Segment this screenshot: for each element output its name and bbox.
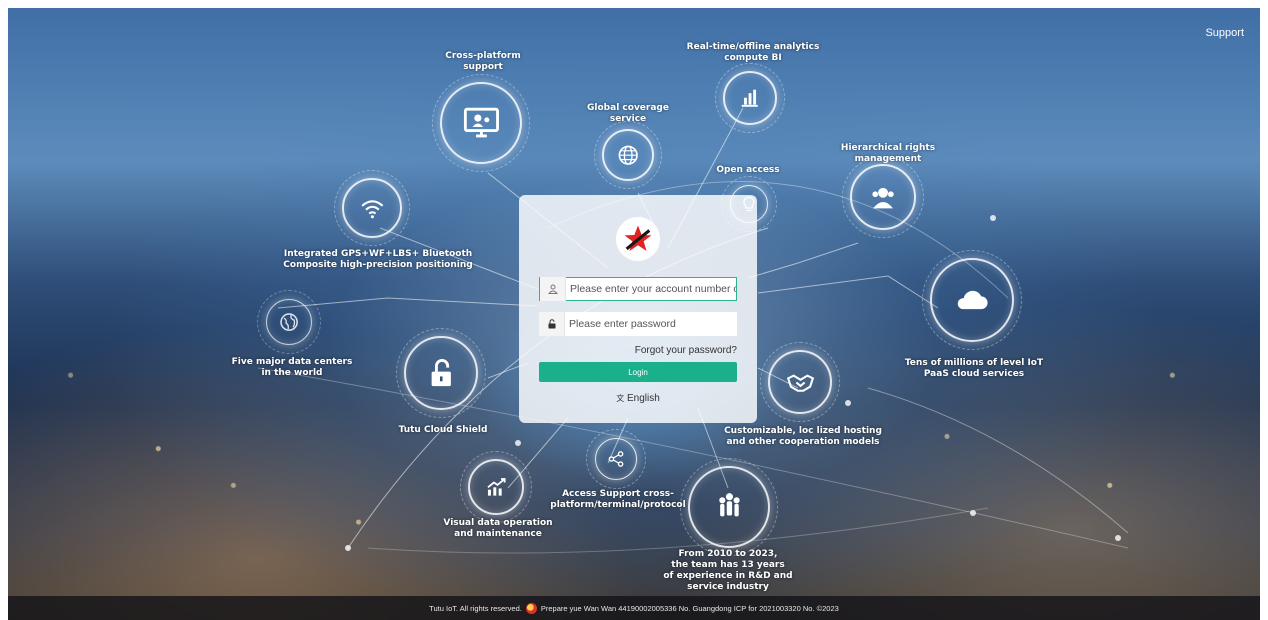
rights-circle xyxy=(842,156,924,238)
star-logo-icon xyxy=(624,225,652,252)
cross-platform-circle xyxy=(432,74,530,172)
feature-label-analytics: Real-time/offline analytics compute BI xyxy=(686,42,820,63)
wifi-icon xyxy=(361,199,383,218)
login-card: Forgot your password? Login 文 English xyxy=(519,195,757,423)
account-input[interactable] xyxy=(566,277,736,301)
feature-label-shield: Tutu Cloud Shield xyxy=(398,425,488,435)
forgot-password-link[interactable]: Forgot your password? xyxy=(635,345,737,356)
visual-ops-circle xyxy=(460,451,532,523)
share-icon xyxy=(608,451,624,467)
feature-label-cross-platform: Cross-platform support xyxy=(445,51,521,72)
experience-circle xyxy=(680,458,778,556)
access-support-circle xyxy=(586,429,646,489)
handshake-icon xyxy=(786,373,814,392)
feature-label-open-access: Open access xyxy=(716,165,780,175)
police-badge-icon xyxy=(525,602,537,614)
earth-icon xyxy=(280,313,298,331)
feature-label-data-centers: Five major data centers in the world xyxy=(231,357,353,378)
background-stage: Support Cross-platform support Real-time… xyxy=(8,8,1260,620)
globe-icon xyxy=(618,145,638,165)
trend-chart-icon xyxy=(487,477,506,496)
positioning-circle xyxy=(334,170,410,246)
unlock-icon xyxy=(431,358,451,386)
feature-label-cloud: Tens of millions of level IoT PaaS cloud… xyxy=(904,358,1044,379)
feature-label-experience: From 2010 to 2023, the team has 13 years… xyxy=(663,549,793,592)
hosting-circle xyxy=(760,342,840,422)
login-button[interactable]: Login xyxy=(539,362,737,382)
brand-logo xyxy=(616,217,660,261)
cloud-circle xyxy=(922,250,1022,350)
password-input[interactable] xyxy=(565,312,737,336)
copyright-text: Tutu IoT. All rights reserved. xyxy=(429,603,522,613)
password-field xyxy=(539,312,737,336)
translate-icon: 文 xyxy=(616,394,625,403)
data-centers-circle xyxy=(257,290,321,354)
shield-circle xyxy=(396,328,486,418)
feature-label-visual-ops: Visual data operation and maintenance xyxy=(443,518,553,539)
feature-label-positioning: Integrated GPS+WF+LBS+ Bluetooth Composi… xyxy=(283,249,473,270)
footer-bar: Tutu IoT. All rights reserved. Prepare y… xyxy=(8,596,1260,620)
language-switch[interactable]: 文 English xyxy=(519,393,757,404)
lock-icon xyxy=(539,312,565,336)
language-label: English xyxy=(626,393,660,404)
support-link[interactable]: Support xyxy=(1205,27,1244,39)
analytics-circle xyxy=(715,63,785,133)
user-icon xyxy=(540,277,566,301)
user-group-icon xyxy=(872,187,894,209)
monitor-user-icon xyxy=(463,107,499,137)
cloud-icon xyxy=(957,290,988,310)
bar-chart-icon xyxy=(741,89,759,107)
feature-label-hosting: Customizable, loc lized hosting and othe… xyxy=(724,426,882,447)
global-coverage-circle xyxy=(594,121,662,189)
team-icon xyxy=(718,492,740,516)
account-field xyxy=(539,277,737,301)
icp-record-link[interactable]: Prepare yue Wan Wan 44190002005336 No. G… xyxy=(541,604,839,613)
